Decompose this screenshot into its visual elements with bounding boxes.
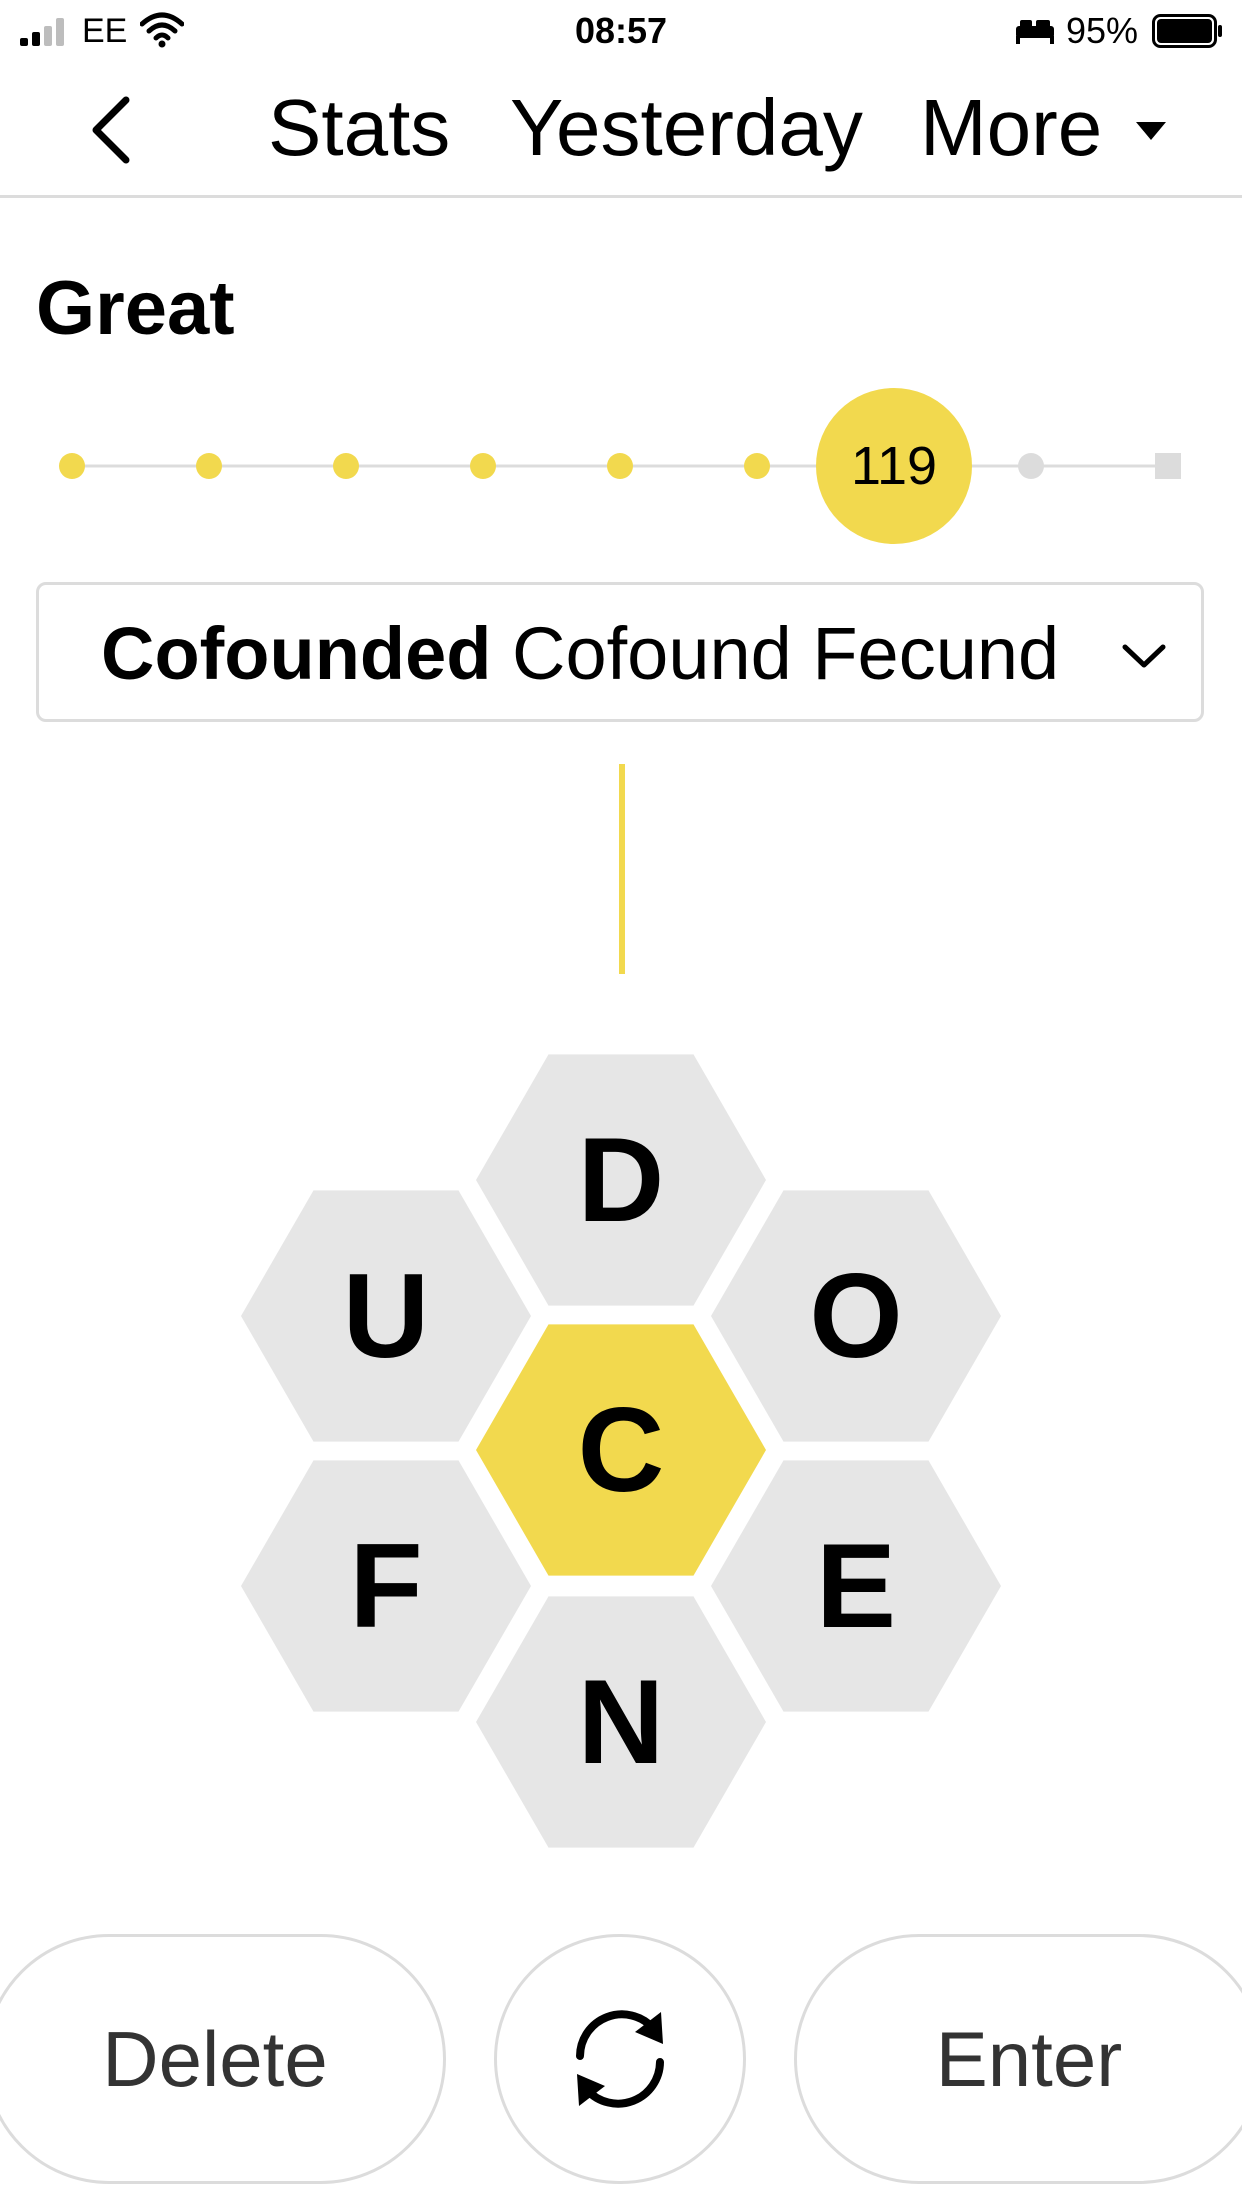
progress-dot bbox=[1018, 453, 1044, 479]
found-word-latest: Cofounded bbox=[101, 612, 492, 695]
rank-title: Great bbox=[36, 266, 235, 351]
found-words-list: Cofounded Cofound Fecund bbox=[101, 609, 1111, 699]
progress-dot bbox=[470, 453, 496, 479]
more-menu[interactable]: More bbox=[920, 78, 1102, 178]
delete-button[interactable]: Delete bbox=[0, 1934, 446, 2184]
hive-cell-top[interactable]: D bbox=[476, 1054, 766, 1306]
stats-link[interactable]: Stats bbox=[268, 78, 450, 178]
enter-button[interactable]: Enter bbox=[794, 1934, 1242, 2184]
hive-letter-upper-right: O bbox=[809, 1249, 902, 1383]
found-words-rest: Cofound Fecund bbox=[512, 612, 1060, 695]
hive-letter-lower-left: F bbox=[349, 1519, 422, 1653]
hive-letter-lower-right: E bbox=[816, 1519, 896, 1653]
progress-final-marker bbox=[1155, 453, 1181, 479]
rank-progress: 119 bbox=[59, 388, 1181, 544]
progress-dot bbox=[59, 453, 85, 479]
input-cursor bbox=[619, 764, 625, 974]
chevron-left-icon[interactable] bbox=[80, 94, 140, 166]
battery-icon bbox=[1152, 14, 1222, 48]
hive-cell-lower-right[interactable]: E bbox=[711, 1460, 1001, 1712]
chevron-down-icon[interactable] bbox=[1119, 641, 1169, 671]
hive-cell-upper-right[interactable]: O bbox=[711, 1190, 1001, 1442]
top-nav: Stats Yesterday More bbox=[0, 64, 1242, 198]
progress-dot bbox=[333, 453, 359, 479]
status-bar: EE 08:57 95% bbox=[0, 0, 1242, 64]
progress-dot bbox=[607, 453, 633, 479]
hive-svg: D U O C F E N bbox=[241, 1054, 1001, 1848]
battery-percent: 95% bbox=[1066, 10, 1139, 51]
bed-icon bbox=[1016, 20, 1054, 44]
letter-hive: D U O C F E N bbox=[0, 1040, 1242, 1860]
hive-letter-upper-left: U bbox=[343, 1249, 430, 1383]
yesterday-link[interactable]: Yesterday bbox=[510, 78, 863, 178]
found-words-dropdown[interactable]: Cofounded Cofound Fecund bbox=[36, 582, 1204, 722]
caret-down-icon[interactable] bbox=[1134, 120, 1168, 142]
hive-cell-lower-left[interactable]: F bbox=[241, 1460, 531, 1712]
progress-dot bbox=[744, 453, 770, 479]
hive-letter-bottom: N bbox=[578, 1655, 665, 1789]
shuffle-button[interactable] bbox=[494, 1934, 746, 2184]
hive-cell-upper-left[interactable]: U bbox=[241, 1190, 531, 1442]
hive-cell-center[interactable]: C bbox=[476, 1324, 766, 1576]
hive-letter-center: C bbox=[578, 1383, 665, 1517]
score-label: 119 bbox=[851, 436, 937, 496]
shuffle-icon bbox=[576, 2010, 664, 2108]
hive-letter-top: D bbox=[578, 1113, 665, 1247]
progress-dot bbox=[196, 453, 222, 479]
hive-cell-bottom[interactable]: N bbox=[476, 1596, 766, 1848]
